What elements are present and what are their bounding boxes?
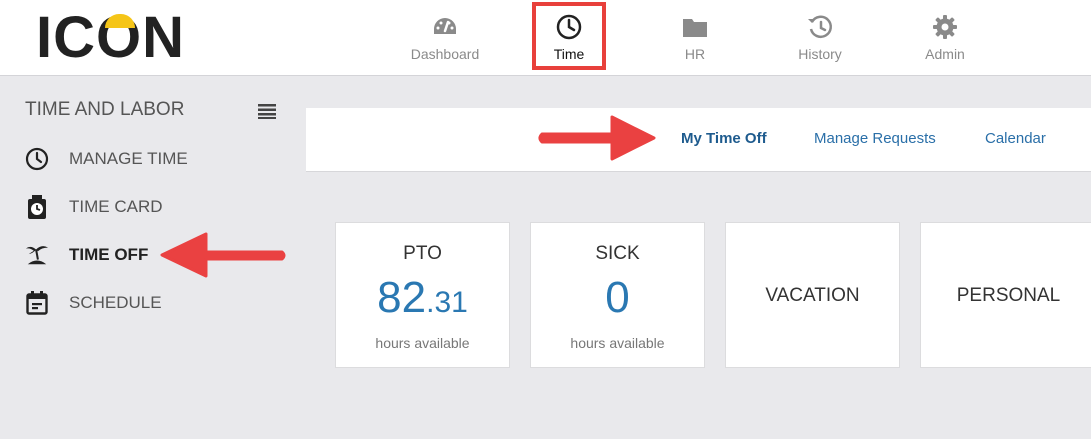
time-card-icon [25,195,49,219]
tab-calendar[interactable]: Calendar [985,130,1046,147]
time-off-subnav: My Time Off Manage Requests Calendar [306,108,1091,172]
clock-icon [25,147,49,171]
sidebar-item-label: MANAGE TIME [69,149,188,168]
card-caption: hours available [570,335,665,351]
highlight-box [532,2,606,70]
balance-card-sick[interactable]: SICK 0 hours available [530,222,705,368]
icon-logo[interactable]: IC O N [36,5,186,70]
logo-text-right: N [142,5,186,70]
sidebar-item-time-off[interactable]: TIME OFF [25,240,148,270]
card-title: PERSONAL [956,285,1061,306]
nav-history[interactable]: History [790,0,850,76]
nav-admin-label: Admin [925,46,965,62]
history-icon [807,14,833,40]
logo-o: O [96,9,142,67]
card-title: SICK [595,243,640,264]
sidebar-title: TIME AND LABOR [25,99,185,120]
red-arrow-time-off [160,232,286,278]
value-integer: 0 [605,273,630,322]
card-title: VACATION [765,285,860,306]
hamburger-menu-icon[interactable] [258,103,276,119]
sidebar-item-manage-time[interactable]: MANAGE TIME [25,144,188,174]
tab-manage-requests[interactable]: Manage Requests [814,130,936,147]
value-decimal: .31 [426,286,468,319]
nav-hr-label: HR [684,46,706,62]
card-caption: hours available [375,335,470,351]
balance-card-personal[interactable]: PERSONAL [920,222,1091,368]
gear-icon [932,14,958,40]
top-navigation-bar: IC O N Dashboard Time HR History Admin [0,0,1091,76]
sidebar-item-schedule[interactable]: SCHEDULE [25,288,162,318]
nav-dashboard[interactable]: Dashboard [410,0,480,76]
speedometer-icon [432,14,458,40]
nav-admin[interactable]: Admin [918,0,972,76]
calendar-icon [25,291,49,315]
balance-card-pto[interactable]: PTO 82.31 hours available [335,222,510,368]
island-icon [25,243,49,267]
card-title: PTO [403,243,442,264]
logo-text-left: IC [36,5,96,70]
nav-dashboard-label: Dashboard [410,46,480,62]
sidebar-item-label: TIME OFF [69,245,149,264]
sidebar-item-label: SCHEDULE [69,293,162,312]
nav-history-label: History [798,46,842,62]
card-value: 0 [531,273,704,323]
sidebar-item-label: TIME CARD [69,197,163,216]
folder-icon [682,14,708,40]
balance-card-vacation[interactable]: VACATION [725,222,900,368]
red-arrow-my-time-off [538,115,656,161]
value-integer: 82 [377,273,427,322]
tab-my-time-off[interactable]: My Time Off [681,130,767,147]
nav-hr[interactable]: HR [670,0,720,76]
sidebar-item-time-card[interactable]: TIME CARD [25,192,163,222]
card-value: 82.31 [336,273,509,323]
